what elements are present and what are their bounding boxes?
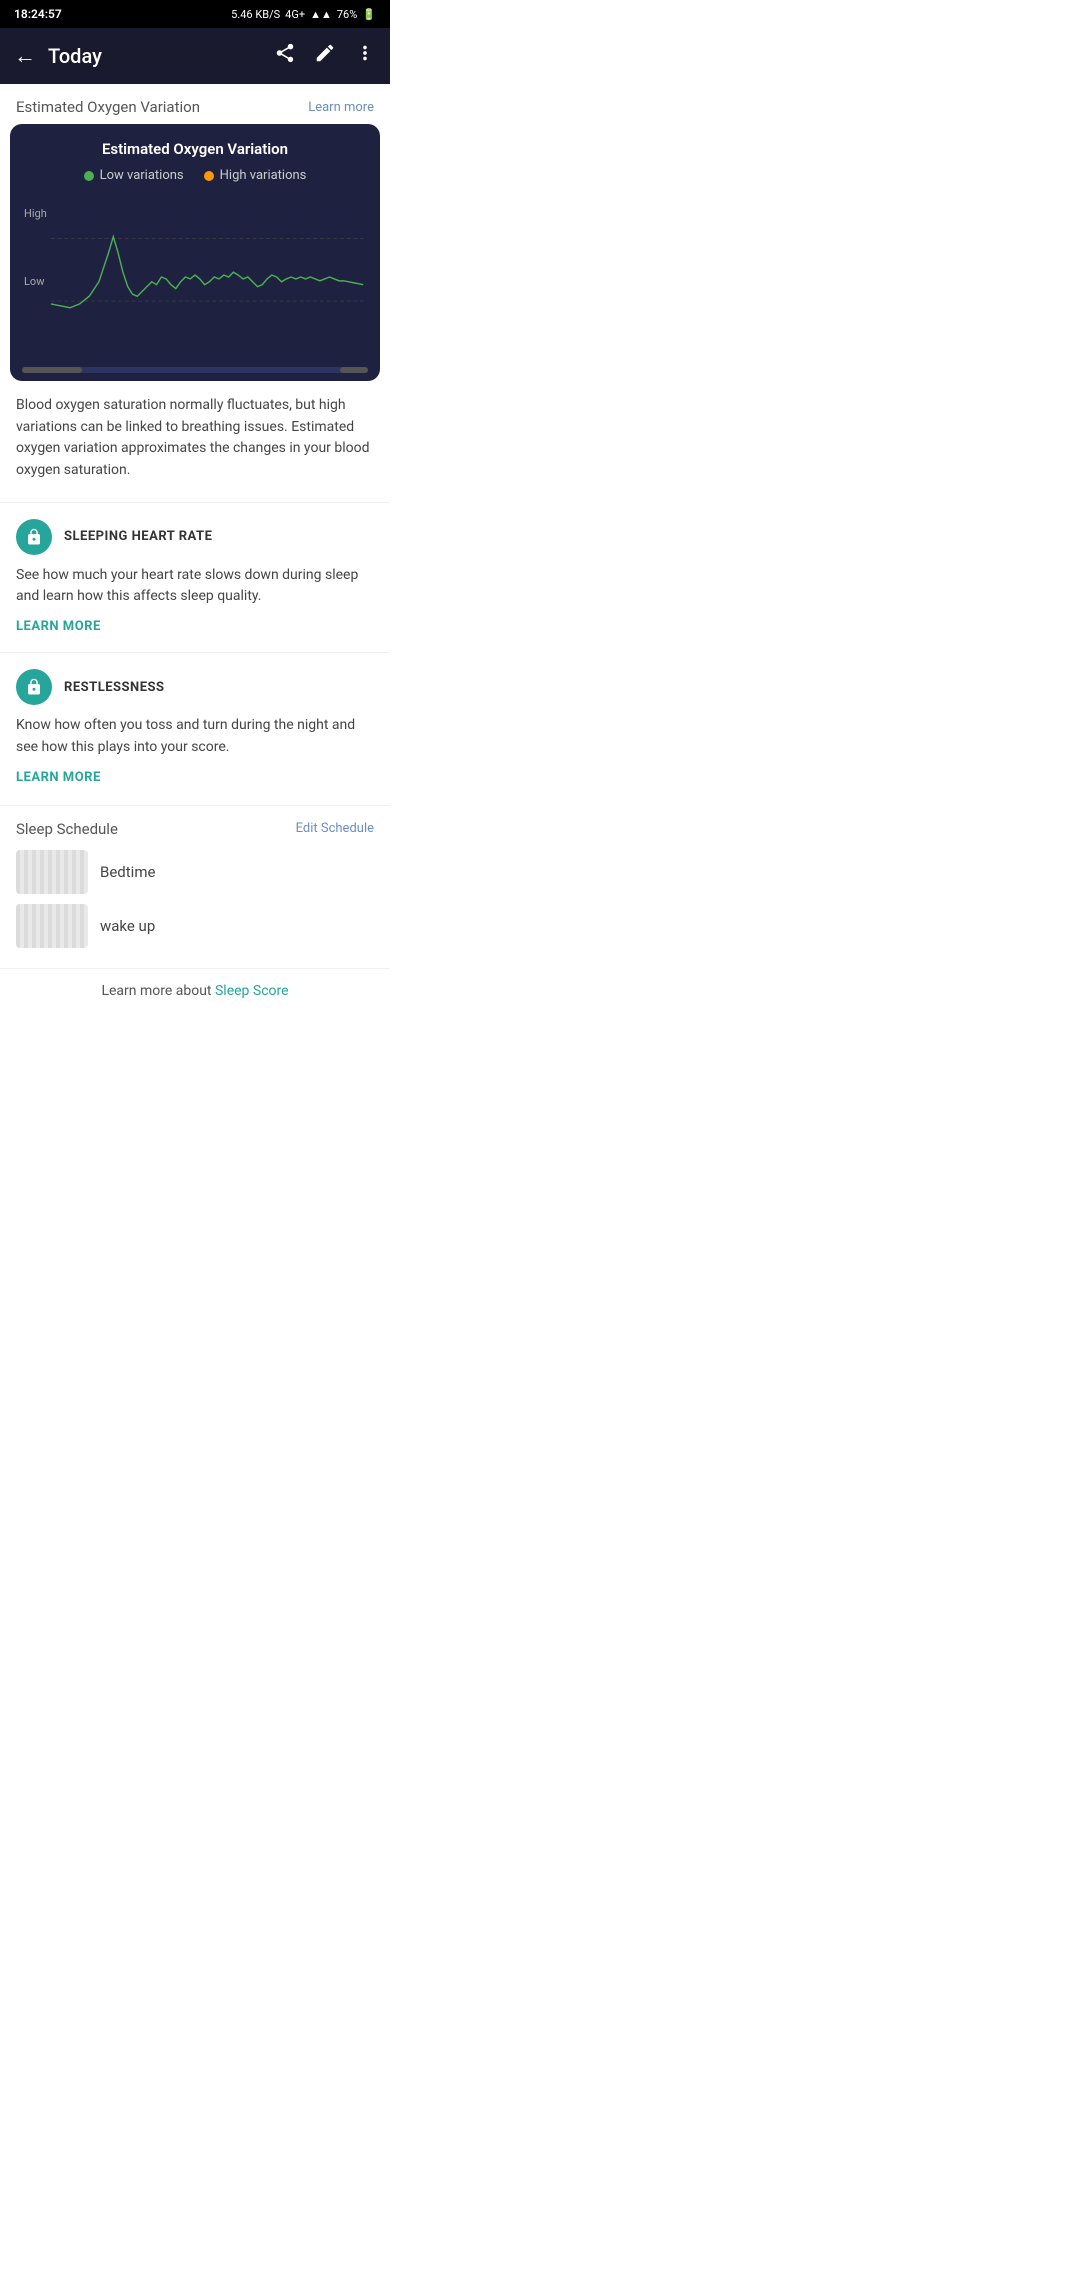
chart-legend: Low variations High variations (22, 168, 368, 183)
chart-title: Estimated Oxygen Variation (22, 140, 368, 158)
wakeup-thumbnail (16, 904, 88, 948)
legend-low-label: Low variations (100, 168, 184, 183)
bottom-link-bar: Learn more about Sleep Score (0, 968, 390, 1013)
scrollbar-thumb-left (22, 367, 82, 373)
legend-low: Low variations (84, 168, 184, 183)
sleeping-heart-rate-header: SLEEPING HEART RATE (16, 519, 374, 555)
restlessness-lock-icon (16, 669, 52, 705)
sleeping-heart-rate-learn-more[interactable]: LEARN MORE (16, 619, 101, 634)
sleeping-heart-rate-section: SLEEPING HEART RATE See how much your he… (0, 502, 390, 646)
restlessness-label: RESTLESSNESS (64, 680, 165, 695)
legend-high: High variations (204, 168, 307, 183)
oxygen-chart-svg (22, 197, 368, 357)
network-speed: 5.46 KB/S (231, 8, 280, 21)
battery: 76% (337, 8, 357, 21)
sleep-schedule-title: Sleep Schedule (16, 820, 118, 838)
back-button[interactable]: ← (14, 43, 36, 69)
bedtime-row: Bedtime (16, 850, 374, 894)
wakeup-label: wake up (100, 917, 155, 935)
wakeup-row: wake up (16, 904, 374, 948)
network-type: 4G+ (285, 8, 305, 21)
more-button[interactable] (354, 42, 376, 70)
bedtime-label: Bedtime (100, 863, 155, 881)
legend-dot-high (204, 171, 214, 181)
oxygen-section-header: Estimated Oxygen Variation Learn more (0, 84, 390, 124)
sleep-schedule-section: Sleep Schedule Edit Schedule Bedtime wak… (0, 805, 390, 968)
bottom-prefix-text: Learn more about (101, 983, 211, 999)
restlessness-desc: Know how often you toss and turn during … (16, 715, 374, 758)
oxygen-description: Blood oxygen saturation normally fluctua… (0, 381, 390, 496)
restlessness-section: RESTLESSNESS Know how often you toss and… (0, 652, 390, 796)
app-title: Today (48, 44, 274, 68)
chart-scrollbar[interactable] (22, 367, 368, 373)
restlessness-header: RESTLESSNESS (16, 669, 374, 705)
status-time: 18:24:57 (14, 7, 62, 21)
oxygen-chart-card: Estimated Oxygen Variation Low variation… (10, 124, 380, 381)
legend-dot-low (84, 171, 94, 181)
sleeping-heart-rate-desc: See how much your heart rate slows down … (16, 565, 374, 608)
app-bar-actions (274, 42, 376, 70)
sleeping-heart-rate-lock-icon (16, 519, 52, 555)
restlessness-learn-more[interactable]: LEARN MORE (16, 770, 101, 785)
sleeping-heart-rate-label: SLEEPING HEART RATE (64, 529, 212, 544)
chart-svg-wrap: High Low (22, 197, 368, 361)
edit-button[interactable] (314, 42, 336, 70)
learn-more-link-top[interactable]: Learn more (308, 100, 374, 115)
oxygen-section-title: Estimated Oxygen Variation (16, 98, 200, 116)
status-bar: 18:24:57 5.46 KB/S 4G+ ▲▲ 76% 🔋 (0, 0, 390, 28)
signal-icon: ▲▲ (310, 8, 332, 21)
chart-high-label: High (24, 207, 47, 220)
sleep-score-link[interactable]: Sleep Score (215, 983, 289, 999)
status-right: 5.46 KB/S 4G+ ▲▲ 76% 🔋 (231, 8, 376, 21)
app-bar: ← Today (0, 28, 390, 84)
bedtime-thumbnail (16, 850, 88, 894)
scrollbar-thumb-right (340, 367, 368, 373)
battery-icon: 🔋 (362, 8, 376, 21)
edit-schedule-link[interactable]: Edit Schedule (296, 821, 374, 836)
share-button[interactable] (274, 42, 296, 70)
sleep-schedule-header: Sleep Schedule Edit Schedule (16, 820, 374, 838)
legend-high-label: High variations (220, 168, 307, 183)
chart-low-label: Low (24, 275, 44, 288)
